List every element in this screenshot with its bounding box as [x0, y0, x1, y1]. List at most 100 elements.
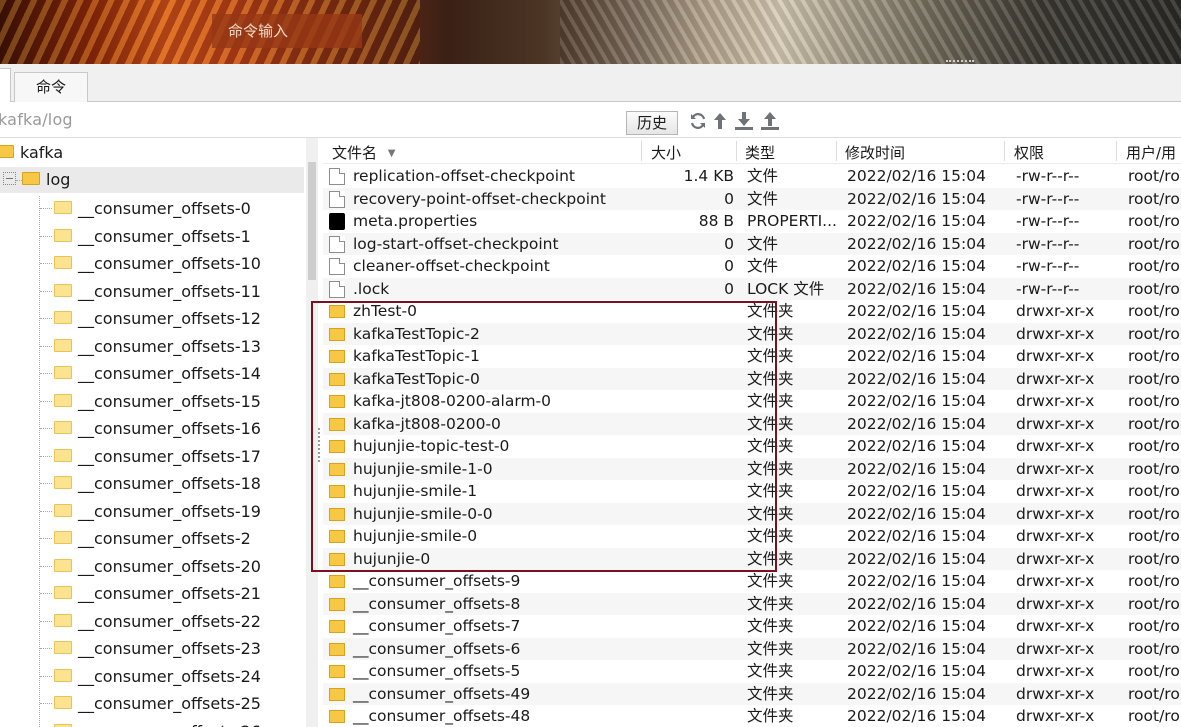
file-size: 0 [724, 257, 734, 275]
tree-item[interactable]: __consumer_offsets-23 [54, 636, 261, 662]
upload-icon[interactable] [712, 111, 728, 131]
file-row[interactable]: __consumer_offsets-6 文件夹 2022/02/16 15:04 d… [323, 637, 1181, 660]
tree-branch-line [40, 400, 52, 402]
file-row[interactable]: hujunjie-smile-0-0 文件夹 2022/02/16 15:04 drw… [323, 502, 1181, 525]
file-row[interactable]: hujunjie-smile-1 文件夹 2022/02/16 15:04 drwxr… [323, 480, 1181, 503]
tree-item-label: log [46, 170, 71, 189]
download-icon[interactable] [734, 111, 754, 131]
folder-icon [329, 507, 345, 521]
tree-item[interactable]: __consumer_offsets-2 [54, 526, 251, 552]
folder-icon [329, 327, 345, 341]
tree-item-root[interactable]: kafka [0, 140, 63, 166]
file-permissions: drwxr-xr-x [1016, 324, 1095, 343]
history-button[interactable]: 历史 [626, 111, 678, 135]
tree-branch-line [40, 318, 52, 319]
tree-item[interactable]: __consumer_offsets-10 [54, 251, 261, 277]
file-modified: 2022/02/16 15:04 [847, 302, 986, 320]
file-row[interactable]: recovery-point-offset-checkpoint 0 文件 2022/… [323, 187, 1181, 210]
folder-icon [329, 530, 345, 543]
file-name: __consumer_offsets-8 [353, 594, 521, 613]
path-input[interactable]: kafka/log [0, 110, 73, 129]
file-row[interactable]: kafkaTestTopic-1 文件夹 2022/02/16 15:04 drwxr… [323, 345, 1181, 368]
tree-item[interactable]: __consumer_offsets-15 [54, 389, 261, 415]
tree-item[interactable]: __consumer_offsets-11 [54, 279, 261, 305]
file-permissions: drwxr-xr-x [1016, 347, 1095, 365]
file-row[interactable]: zhTest-0 文件夹 2022/02/16 15:04 drwxr-xr-x roo… [323, 300, 1181, 323]
tree-item[interactable]: __consumer_offsets-1 [54, 224, 251, 250]
file-row[interactable]: __consumer_offsets-5 文件夹 2022/02/16 15:04 d… [323, 660, 1181, 683]
file-type: 文件夹 [747, 504, 794, 523]
refresh-icon[interactable] [688, 111, 708, 131]
collapse-icon[interactable]: − [3, 172, 16, 185]
tree-branch-line [40, 593, 52, 594]
file-permissions: drwxr-xr-x [1016, 527, 1095, 545]
file-permissions: drwxr-xr-x [1016, 572, 1095, 590]
tree-item[interactable]: __consumer_offsets-0 [54, 196, 251, 222]
file-type: 文件夹 [747, 302, 794, 320]
file-name: meta.properties [353, 212, 478, 230]
file-row[interactable]: kafkaTestTopic-2 文件夹 2022/02/16 15:04 drwxr… [323, 322, 1181, 345]
file-modified: 2022/02/16 15:04 [847, 572, 986, 590]
file-row[interactable]: log-start-offset-checkpoint 0 文件 2022/02/16… [323, 232, 1181, 255]
folder-icon [54, 696, 72, 709]
file-row[interactable]: meta.properties 88 B PROPERTI... 2022/02/16… [323, 210, 1181, 233]
file-row[interactable]: __consumer_offsets-48 文件夹 2022/02/16 15:04… [323, 705, 1181, 727]
column-header-modified[interactable]: 修改时间 [845, 142, 905, 163]
tree-item-current[interactable]: − log [0, 167, 304, 193]
folder-icon [54, 366, 72, 379]
file-row[interactable]: hujunjie-0 文件夹 2022/02/16 15:04 drwxr-xr-x r… [323, 547, 1181, 570]
tree-item[interactable]: __consumer_offsets-13 [54, 334, 261, 360]
tree-item[interactable]: __consumer_offsets-26 [54, 719, 261, 727]
tree-item[interactable]: __consumer_offsets-12 [54, 306, 261, 332]
column-header-type[interactable]: 类型 [745, 142, 775, 163]
file-modified: 2022/02/16 15:04 [847, 504, 986, 523]
file-row[interactable]: __consumer_offsets-9 文件夹 2022/02/16 15:04 d… [323, 570, 1181, 593]
column-header-owner[interactable]: 用户/用 [1126, 142, 1176, 163]
tree-item[interactable]: __consumer_offsets-18 [54, 471, 261, 497]
file-owner: root/ro [1128, 549, 1180, 568]
file-row[interactable]: hujunjie-smile-0 文件夹 2022/02/16 15:04 drwxr… [323, 525, 1181, 548]
file-type: 文件 [747, 167, 779, 185]
tree-item[interactable]: __consumer_offsets-24 [54, 664, 261, 690]
upload-tray-icon[interactable] [760, 111, 780, 131]
tab-active-edge[interactable] [0, 68, 11, 103]
file-row[interactable]: __consumer_offsets-7 文件夹 2022/02/16 15:04 d… [323, 615, 1181, 638]
file-row[interactable]: hujunjie-topic-test-0 文件夹 2022/02/16 15:04… [323, 435, 1181, 458]
tree-item[interactable]: __consumer_offsets-20 [54, 554, 261, 580]
tree-item-label: kafka [20, 143, 64, 162]
file-row[interactable]: replication-offset-checkpoint 1.4 KB 文件 202… [323, 165, 1181, 188]
file-row[interactable]: hujunjie-smile-1-0 文件夹 2022/02/16 15:04 drw… [323, 457, 1181, 480]
tree-item[interactable]: __consumer_offsets-16 [54, 416, 261, 442]
file-modified: 2022/02/16 15:04 [847, 617, 986, 635]
tree-item[interactable]: __consumer_offsets-21 [54, 581, 261, 607]
command-input[interactable]: 命令输入 [212, 14, 362, 48]
tree-item[interactable]: __consumer_offsets-25 [54, 691, 261, 717]
tree-item-label: __consumer_offsets-23 [78, 639, 261, 658]
file-row[interactable]: kafkaTestTopic-0 文件夹 2022/02/16 15:04 drwxr… [323, 367, 1181, 390]
file-row[interactable]: .lock 0 LOCK 文件 2022/02/16 15:04 -rw-r--r-- r… [323, 277, 1181, 300]
resize-grip[interactable] [946, 60, 974, 64]
file-row[interactable]: __consumer_offsets-49 文件夹 2022/02/16 15:04… [323, 682, 1181, 705]
column-header-name[interactable]: 文件名 ▼ [332, 142, 396, 163]
tab-command[interactable]: 命令 [14, 72, 88, 102]
tree-item-label: __consumer_offsets-17 [78, 446, 261, 466]
file-name: kafkaTestTopic-2 [353, 324, 480, 343]
file-row[interactable]: cleaner-offset-checkpoint 0 文件 2022/02/16 1… [323, 255, 1181, 278]
file-row[interactable]: kafka-jt808-0200-alarm-0 文件夹 2022/02/16 15… [323, 390, 1181, 413]
file-owner: root/ro [1128, 324, 1180, 343]
column-header-size[interactable]: 大小 [651, 142, 681, 163]
file-modified: 2022/02/16 15:04 [847, 234, 986, 253]
tree-scrollbar-thumb[interactable] [308, 162, 316, 280]
file-row[interactable]: __consumer_offsets-8 文件夹 2022/02/16 15:04 d… [323, 592, 1181, 615]
file-row[interactable]: kafka-jt808-0200-0 文件夹 2022/02/16 15:04 drw… [323, 412, 1181, 435]
tree-item-label: __consumer_offsets-26 [78, 722, 261, 727]
tree-item[interactable]: __consumer_offsets-17 [54, 444, 261, 470]
tab-bar: 命令 [0, 64, 1181, 103]
tree-item[interactable]: __consumer_offsets-14 [54, 361, 261, 387]
file-type: 文件夹 [747, 662, 794, 680]
column-header-permissions[interactable]: 权限 [1014, 142, 1044, 163]
file-permissions: drwxr-xr-x [1016, 437, 1095, 455]
tree-item[interactable]: __consumer_offsets-19 [54, 499, 261, 525]
tree-item[interactable]: __consumer_offsets-22 [54, 609, 261, 635]
folder-icon [54, 448, 72, 462]
